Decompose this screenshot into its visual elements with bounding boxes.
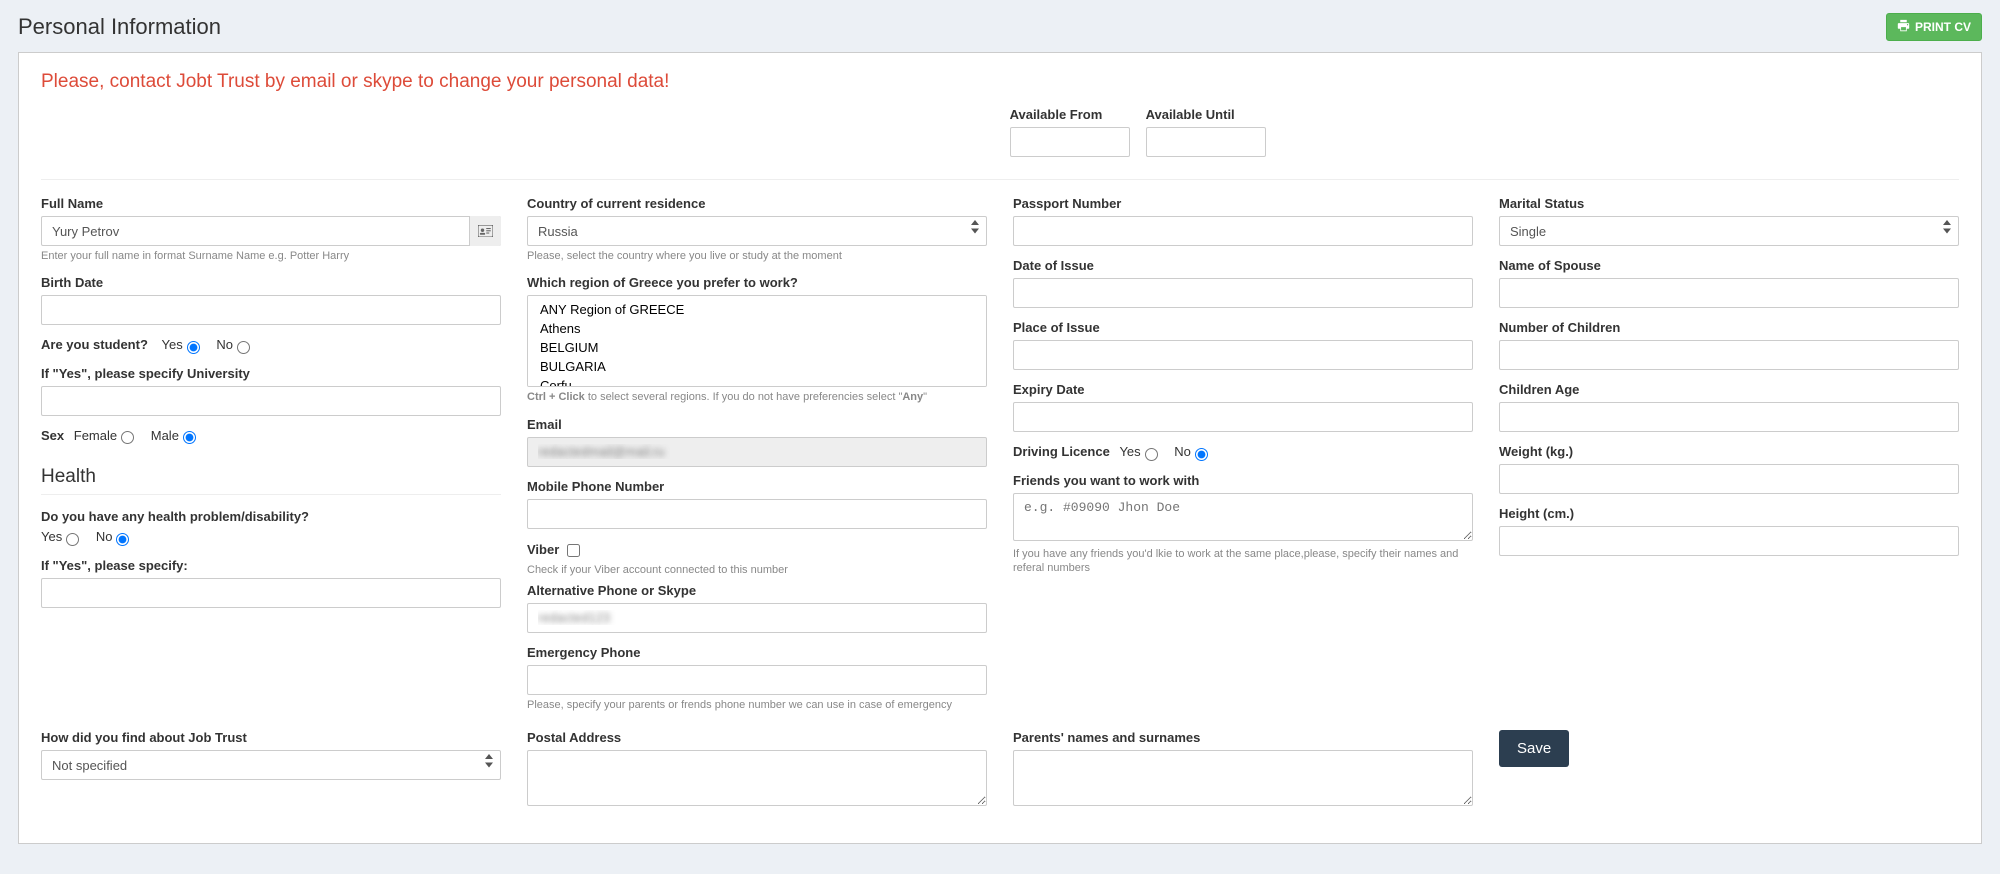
full-name-input[interactable] (41, 216, 501, 246)
health-no-radio[interactable] (116, 533, 129, 546)
contact-warning: Please, contact Jobt Trust by email or s… (41, 71, 1959, 93)
print-cv-label: PRINT CV (1915, 20, 1971, 34)
available-from-input[interactable] (1010, 127, 1130, 157)
driving-yes-label: Yes (1119, 444, 1140, 459)
driving-licence-label: Driving Licence (1013, 444, 1110, 459)
sex-male-label: Male (151, 428, 179, 443)
region-label: Which region of Greece you prefer to wor… (527, 275, 987, 290)
alt-phone-input[interactable] (527, 603, 987, 633)
available-until-label: Available Until (1146, 107, 1266, 122)
emergency-phone-help: Please, specify your parents or frends p… (527, 698, 987, 712)
student-label: Are you student? (41, 337, 148, 352)
region-option[interactable]: Corfu (536, 376, 978, 387)
region-help: Ctrl + Click to select several regions. … (527, 390, 987, 404)
viber-checkbox[interactable] (567, 544, 580, 557)
friends-textarea[interactable] (1013, 493, 1473, 541)
student-yes-radio[interactable] (187, 341, 200, 354)
passport-number-input[interactable] (1013, 216, 1473, 246)
friends-help: If you have any friends you'd lkie to wo… (1013, 547, 1473, 576)
sex-label: Sex (41, 428, 64, 443)
student-yes-label: Yes (162, 337, 183, 352)
weight-label: Weight (kg.) (1499, 444, 1959, 459)
spouse-input[interactable] (1499, 278, 1959, 308)
health-problem-label: Do you have any health problem/disabilit… (41, 509, 501, 524)
marital-status-label: Marital Status (1499, 196, 1959, 211)
region-option[interactable]: ANY Region of GREECE (536, 300, 978, 319)
available-from-label: Available From (1010, 107, 1130, 122)
sex-female-label: Female (74, 428, 117, 443)
emergency-phone-label: Emergency Phone (527, 645, 987, 660)
weight-input[interactable] (1499, 464, 1959, 494)
height-label: Height (cm.) (1499, 506, 1959, 521)
friends-label: Friends you want to work with (1013, 473, 1473, 488)
children-age-label: Children Age (1499, 382, 1959, 397)
driving-no-label: No (1174, 444, 1191, 459)
children-number-input[interactable] (1499, 340, 1959, 370)
university-label: If "Yes", please specify University (41, 366, 501, 381)
place-of-issue-label: Place of Issue (1013, 320, 1473, 335)
alt-phone-label: Alternative Phone or Skype (527, 583, 987, 598)
birth-date-input[interactable] (41, 295, 501, 325)
region-select[interactable]: ANY Region of GREECEAthensBELGIUMBULGARI… (527, 295, 987, 387)
student-no-label: No (216, 337, 233, 352)
find-about-select[interactable]: Not specified (41, 750, 501, 780)
expiry-date-label: Expiry Date (1013, 382, 1473, 397)
mobile-label: Mobile Phone Number (527, 479, 987, 494)
email-input (527, 437, 987, 467)
viber-help: Check if your Viber account connected to… (527, 563, 987, 577)
parents-names-textarea[interactable] (1013, 750, 1473, 806)
region-option[interactable]: Athens (536, 319, 978, 338)
divider (41, 179, 1959, 180)
full-name-label: Full Name (41, 196, 501, 211)
save-button[interactable]: Save (1499, 730, 1569, 767)
children-number-label: Number of Children (1499, 320, 1959, 335)
children-age-input[interactable] (1499, 402, 1959, 432)
printer-icon (1897, 19, 1910, 35)
region-option[interactable]: BELGIUM (536, 338, 978, 357)
place-of-issue-input[interactable] (1013, 340, 1473, 370)
mobile-phone-input[interactable] (527, 499, 987, 529)
email-label: Email (527, 417, 987, 432)
print-cv-button[interactable]: PRINT CV (1886, 13, 1982, 41)
health-specify-label: If "Yes", please specify: (41, 558, 501, 573)
driving-no-radio[interactable] (1195, 448, 1208, 461)
student-no-radio[interactable] (237, 341, 250, 354)
health-yes-radio[interactable] (66, 533, 79, 546)
page-title: Personal Information (18, 14, 221, 40)
date-of-issue-label: Date of Issue (1013, 258, 1473, 273)
emergency-phone-input[interactable] (527, 665, 987, 695)
id-card-icon (469, 216, 501, 246)
passport-number-label: Passport Number (1013, 196, 1473, 211)
available-until-input[interactable] (1146, 127, 1266, 157)
health-specify-input[interactable] (41, 578, 501, 608)
personal-info-panel: Please, contact Jobt Trust by email or s… (18, 52, 1982, 844)
sex-male-radio[interactable] (183, 431, 196, 444)
postal-address-label: Postal Address (527, 730, 987, 745)
date-of-issue-input[interactable] (1013, 278, 1473, 308)
health-yes-label: Yes (41, 529, 62, 544)
height-input[interactable] (1499, 526, 1959, 556)
health-no-label: No (96, 529, 113, 544)
expiry-date-input[interactable] (1013, 402, 1473, 432)
country-select[interactable]: Russia (527, 216, 987, 246)
country-label: Country of current residence (527, 196, 987, 211)
parents-names-label: Parents' names and surnames (1013, 730, 1473, 745)
postal-address-textarea[interactable] (527, 750, 987, 806)
driving-yes-radio[interactable] (1145, 448, 1158, 461)
viber-label: Viber (527, 542, 559, 557)
full-name-help: Enter your full name in format Surname N… (41, 249, 501, 263)
university-input[interactable] (41, 386, 501, 416)
birth-date-label: Birth Date (41, 275, 501, 290)
health-heading: Health (41, 466, 501, 495)
region-option[interactable]: BULGARIA (536, 357, 978, 376)
sex-female-radio[interactable] (121, 431, 134, 444)
find-about-label: How did you find about Job Trust (41, 730, 501, 745)
marital-status-select[interactable]: Single (1499, 216, 1959, 246)
spouse-label: Name of Spouse (1499, 258, 1959, 273)
country-help: Please, select the country where you liv… (527, 249, 987, 263)
